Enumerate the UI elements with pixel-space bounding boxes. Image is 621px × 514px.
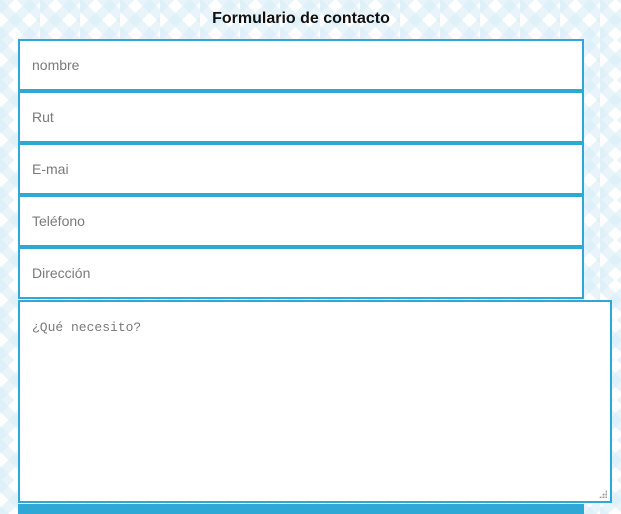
message-textarea[interactable] [20, 302, 610, 501]
form-title: Formulario de contacto [212, 10, 390, 27]
name-field-wrapper [18, 39, 584, 91]
email-field-wrapper [18, 143, 584, 195]
phone-field-wrapper [18, 195, 584, 247]
submit-button[interactable] [18, 504, 584, 514]
phone-field[interactable] [20, 197, 582, 245]
email-field[interactable] [20, 145, 582, 193]
name-field[interactable] [20, 41, 582, 89]
message-field-wrapper [18, 300, 612, 503]
address-field-wrapper [18, 247, 584, 299]
rut-field-wrapper [18, 91, 584, 143]
address-field[interactable] [20, 249, 582, 297]
rut-field[interactable] [20, 93, 582, 141]
